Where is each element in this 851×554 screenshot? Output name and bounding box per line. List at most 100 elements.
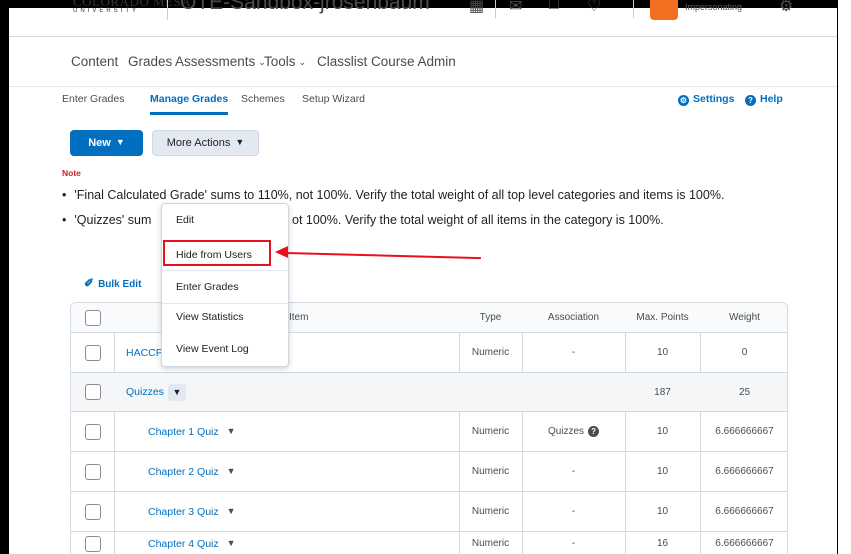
nav-label: Assessments <box>175 54 256 69</box>
message-alerts-icon[interactable]: ✉ <box>509 0 522 16</box>
grade-item-link[interactable]: HACCP <box>126 347 163 359</box>
chevron-down-icon: ▼ <box>235 137 245 147</box>
pencil-icon: ✐ <box>84 276 95 290</box>
grade-item-link[interactable]: Chapter 1 Quiz <box>148 426 219 438</box>
row-checkbox[interactable] <box>84 344 101 361</box>
chevron-down-icon[interactable]: ▼ <box>227 538 236 548</box>
bullet: • <box>62 213 67 227</box>
annotation-arrow-icon <box>275 246 288 258</box>
grade-item-link[interactable]: Chapter 3 Quiz <box>148 506 219 518</box>
row-checkbox[interactable] <box>84 423 101 440</box>
header-type[interactable]: Type <box>459 303 522 332</box>
max-points-cell: 10 <box>656 466 669 477</box>
top-bar: COLORADO MESA UNIVERSITY OTE-Sandbox-jro… <box>9 0 837 37</box>
bulk-edit-label: Bulk Edit <box>98 279 142 290</box>
type-cell: Numeric <box>471 426 510 437</box>
grade-item-name-cell: Chapter 3 Quiz ▼ <box>148 492 448 531</box>
select-all-checkbox[interactable] <box>84 309 101 326</box>
association-cell: - <box>571 506 576 517</box>
chevron-down-icon[interactable]: ▼ <box>227 466 236 476</box>
nav-assessments[interactable]: Assessments ⌄ <box>175 54 266 69</box>
subscription-alerts-icon[interactable]: □ <box>549 0 559 14</box>
bulk-edit-button[interactable]: ✐ Bulk Edit <box>84 276 141 290</box>
new-button-label: New <box>88 137 111 149</box>
chevron-down-icon[interactable]: ▼ <box>227 426 236 436</box>
note-text-continued: ot 100%. Verify the total weight of all … <box>292 213 664 227</box>
weight-cell: 25 <box>738 386 751 398</box>
weight-cell: 6.666666667 <box>715 506 774 517</box>
category-name-cell: Quizzes ▼ <box>126 373 446 411</box>
note-title: Note <box>62 168 81 178</box>
association-cell <box>522 373 625 411</box>
type-cell: Numeric <box>471 466 510 477</box>
type-cell: Numeric <box>471 538 510 549</box>
nav-content[interactable]: Content <box>71 54 118 69</box>
row-checkbox[interactable] <box>84 463 101 480</box>
table-row: Chapter 4 Quiz ▼ Numeric - 16 6.666666667 <box>71 532 787 554</box>
header-max-points[interactable]: Max. Points <box>625 303 700 332</box>
association-label: Quizzes <box>547 426 585 437</box>
settings-gear-icon[interactable]: ⚙ <box>779 0 793 16</box>
help-link[interactable]: ? Help <box>745 93 783 106</box>
association-cell: - <box>571 347 576 358</box>
weight-cell: 6.666666667 <box>715 538 774 549</box>
settings-link[interactable]: ⚙ Settings <box>678 93 734 106</box>
header-weight[interactable]: Weight <box>700 303 787 332</box>
topbar-separator <box>495 0 496 18</box>
update-alerts-bell-icon[interactable]: ♡ <box>587 0 601 16</box>
max-points-cell: 10 <box>656 347 669 358</box>
category-link[interactable]: Quizzes <box>126 386 164 398</box>
nav-classlist[interactable]: Classlist <box>317 54 367 69</box>
tab-manage-grades[interactable]: Manage Grades <box>150 93 229 115</box>
max-points-cell: 16 <box>656 538 669 549</box>
grade-item-link[interactable]: Chapter 2 Quiz <box>148 466 219 478</box>
note-text: 'Final Calculated Grade' sums to 110%, n… <box>74 188 725 202</box>
weight-cell: 6.666666667 <box>715 426 774 437</box>
grade-item-context-menu: Edit Hide from Users Enter Grades View S… <box>161 203 289 367</box>
note-item: • 'Quizzes' sum <box>62 213 151 227</box>
row-checkbox-cell <box>71 532 114 554</box>
menu-item-view-statistics[interactable]: View Statistics <box>162 301 288 333</box>
select-all-cell <box>71 303 114 332</box>
chevron-down-icon[interactable]: ▼ <box>227 506 236 516</box>
help-label: Help <box>760 93 783 105</box>
row-checkbox[interactable] <box>84 535 101 552</box>
row-checkbox-cell <box>71 333 114 372</box>
grade-item-name-cell: Chapter 1 Quiz ▼ <box>148 412 448 451</box>
bullet: • <box>62 188 67 202</box>
max-points-cell: 10 <box>656 506 669 517</box>
tab-enter-grades[interactable]: Enter Grades <box>62 93 124 105</box>
menu-item-edit[interactable]: Edit <box>162 204 288 236</box>
nav-tools[interactable]: Tools ⌄ <box>264 54 306 69</box>
header-association[interactable]: Association <box>522 303 625 332</box>
row-checkbox[interactable] <box>84 384 101 400</box>
association-cell: Quizzes? <box>522 412 625 451</box>
menu-item-view-event-log[interactable]: View Event Log <box>162 333 288 365</box>
new-button[interactable]: New ▼ <box>70 130 143 156</box>
course-selector-grid-icon[interactable]: ▦ <box>469 0 484 16</box>
course-navbar: Content Grades Assessments ⌄ Tools ⌄ Class… <box>9 37 837 87</box>
nav-label: Content <box>71 54 119 69</box>
max-points-cell: 187 <box>654 386 671 398</box>
nav-grades[interactable]: Grades <box>128 54 172 69</box>
gear-icon: ⚙ <box>678 95 689 106</box>
screen-frame-right <box>837 0 851 554</box>
chevron-down-icon[interactable]: ▼ <box>167 383 186 401</box>
row-checkbox-cell <box>71 492 114 531</box>
header-item[interactable]: Item <box>289 303 389 332</box>
course-title[interactable]: OTE-Sandbox-jrosenbaum <box>180 0 430 15</box>
user-avatar[interactable] <box>650 0 678 20</box>
menu-item-enter-grades[interactable]: Enter Grades <box>162 271 288 303</box>
topbar-separator <box>633 0 634 18</box>
more-actions-button[interactable]: More Actions ▼ <box>152 130 259 156</box>
grade-item-link[interactable]: Chapter 4 Quiz <box>148 538 219 550</box>
association-cell: - <box>571 538 576 549</box>
question-mark-icon[interactable]: ? <box>588 426 600 437</box>
nav-label: Course Admin <box>371 54 456 69</box>
type-cell: Numeric <box>471 347 510 358</box>
row-checkbox[interactable] <box>84 503 101 520</box>
tab-setup-wizard[interactable]: Setup Wizard <box>302 93 365 105</box>
nav-label: Tools <box>264 54 296 69</box>
tab-schemes[interactable]: Schemes <box>241 93 285 105</box>
nav-course-admin[interactable]: Course Admin <box>371 54 456 69</box>
